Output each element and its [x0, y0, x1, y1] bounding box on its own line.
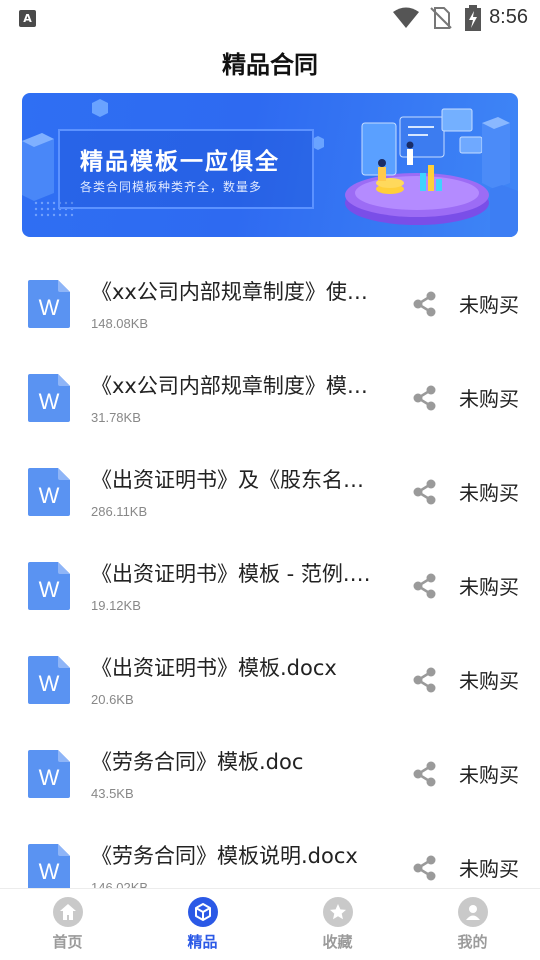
doc-letter: W	[39, 389, 60, 414]
document-size: 19.12KB	[91, 598, 141, 613]
page-title: 精品合同	[222, 51, 318, 79]
share-icon[interactable]	[411, 572, 439, 600]
nav-home[interactable]: 首页	[0, 889, 135, 960]
purchase-status[interactable]: 未购买	[459, 759, 519, 788]
word-doc-icon: W	[28, 562, 70, 610]
document-row[interactable]: W 《出资证明书》模板.docx 20.6KB 未购买	[0, 634, 540, 728]
document-list: W 《xx公司内部规章制度》使用说明.docx 148.08KB 未购买 W 《xx公司内…	[0, 258, 540, 916]
document-row[interactable]: W 《xx公司内部规章制度》模板.docx 31.78KB 未购买	[0, 352, 540, 446]
nav-premium-label: 精品	[187, 933, 218, 951]
wifi-icon	[393, 7, 419, 28]
document-size: 286.11KB	[91, 504, 148, 519]
document-name: 《xx公司内部规章制度》模板.docx	[91, 374, 373, 398]
word-doc-icon: W	[28, 468, 70, 516]
document-size: 43.5KB	[91, 786, 134, 801]
promo-banner[interactable]: 精品模板一应俱全 各类合同模板种类齐全，数量多	[22, 93, 518, 237]
clock: 8:56	[489, 6, 528, 28]
share-icon[interactable]	[411, 384, 439, 412]
word-doc-icon: W	[28, 374, 70, 422]
purchase-status[interactable]: 未购买	[459, 477, 519, 506]
nav-home-label: 首页	[52, 933, 83, 951]
status-bar: A 8:56	[0, 0, 540, 36]
word-doc-icon: W	[28, 750, 70, 798]
banner-subtitle: 各类合同模板种类齐全，数量多	[80, 180, 263, 194]
document-row[interactable]: W 《出资证明书》模板 - 范例.docx 19.12KB 未购买	[0, 540, 540, 634]
purchase-status[interactable]: 未购买	[459, 665, 519, 694]
nav-profile[interactable]: 我的	[405, 889, 540, 960]
purchase-status[interactable]: 未购买	[459, 383, 519, 412]
purchase-status[interactable]: 未购买	[459, 571, 519, 600]
share-icon[interactable]	[411, 478, 439, 506]
share-icon[interactable]	[411, 854, 439, 882]
purchase-status[interactable]: 未购买	[459, 289, 519, 318]
word-doc-icon: W	[28, 844, 70, 892]
no-sim-icon	[430, 7, 452, 29]
doc-letter: W	[39, 577, 60, 602]
bottom-nav: 首页 精品 收藏 我的	[0, 888, 540, 960]
word-doc-icon: W	[28, 656, 70, 704]
doc-letter: W	[39, 295, 60, 320]
banner-title: 精品模板一应俱全	[80, 149, 280, 175]
nav-profile-label: 我的	[457, 933, 488, 951]
share-icon[interactable]	[411, 760, 439, 788]
user-icon	[457, 897, 488, 927]
document-size: 148.08KB	[91, 316, 149, 331]
document-row[interactable]: W 《出资证明书》及《股东名册》模板.docx 286.11KB 未购买	[0, 446, 540, 540]
document-name: 《出资证明书》及《股东名册》模板.docx	[91, 468, 373, 492]
share-icon[interactable]	[411, 666, 439, 694]
doc-letter: W	[39, 859, 60, 884]
doc-letter: W	[39, 483, 60, 508]
star-icon	[322, 897, 353, 927]
doc-letter: W	[39, 765, 60, 790]
document-name: 《出资证明书》模板 - 范例.docx	[91, 562, 373, 586]
document-size: 31.78KB	[91, 410, 141, 425]
cube-icon	[187, 897, 218, 927]
battery-charging-icon	[465, 5, 481, 31]
app-notification-icon: A	[19, 10, 36, 27]
document-name: 《xx公司内部规章制度》使用说明.docx	[91, 280, 373, 304]
nav-favorites[interactable]: 收藏	[270, 889, 405, 960]
word-doc-icon: W	[28, 280, 70, 328]
share-icon[interactable]	[411, 290, 439, 318]
document-row[interactable]: W 《xx公司内部规章制度》使用说明.docx 148.08KB 未购买	[0, 258, 540, 352]
document-name: 《劳务合同》模板说明.docx	[91, 844, 358, 868]
doc-letter: W	[39, 671, 60, 696]
document-size: 20.6KB	[91, 692, 134, 707]
nav-favorites-label: 收藏	[322, 933, 353, 951]
status-icons	[392, 5, 482, 31]
document-name: 《劳务合同》模板.doc	[91, 750, 304, 774]
purchase-status[interactable]: 未购买	[459, 853, 519, 882]
document-name: 《出资证明书》模板.docx	[91, 656, 337, 680]
home-icon	[52, 897, 83, 927]
document-row[interactable]: W 《劳务合同》模板.doc 43.5KB 未购买	[0, 728, 540, 822]
nav-premium[interactable]: 精品	[135, 889, 270, 960]
